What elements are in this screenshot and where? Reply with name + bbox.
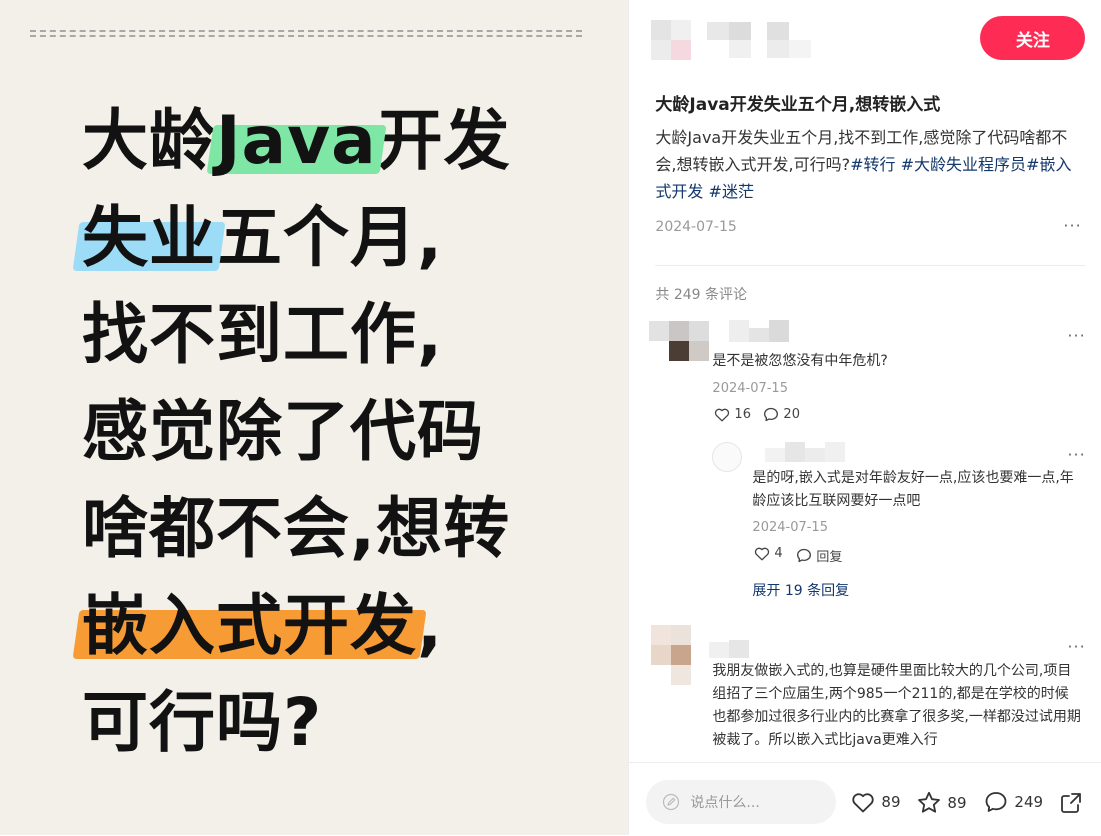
highlight-unemployed: 失业 — [82, 199, 216, 276]
heart-icon — [755, 547, 770, 561]
cover-line: 大龄Java开发 — [82, 92, 511, 189]
share-icon — [1061, 793, 1082, 813]
reply-date: 2024-07-15 — [752, 520, 828, 535]
comment-total-count: 249 — [1014, 793, 1044, 811]
cover-text-segment: 五个月, — [216, 199, 444, 276]
cover-line: 感觉除了代码 — [82, 383, 511, 480]
reply-avatar[interactable] — [712, 442, 743, 472]
comment-more-icon[interactable]: ··· — [1067, 637, 1085, 656]
comment-count: 共 249 条评论 — [655, 287, 748, 303]
commenter-name[interactable] — [729, 320, 799, 344]
highlight-java: Java — [216, 102, 377, 179]
tag-link[interactable]: #迷茫 — [709, 182, 754, 201]
tag-link[interactable]: #转行 — [850, 155, 895, 174]
comment-input-placeholder: 说点什么... — [690, 795, 760, 811]
pencil-icon — [663, 793, 680, 811]
share-button[interactable] — [1059, 791, 1083, 815]
post-title: 大龄Java开发失业五个月,想转嵌入式 — [655, 95, 941, 115]
decor-divider — [30, 35, 582, 37]
cover-line: 嵌入式开发, — [82, 577, 511, 674]
post-detail-panel: 关注 大龄Java开发失业五个月,想转嵌入式 大龄Java开发失业五个月,找不到… — [628, 0, 1101, 836]
heart-icon — [715, 408, 730, 422]
like-count: 89 — [881, 793, 901, 811]
cover-line: 可行吗? — [82, 674, 511, 771]
cover-line: 啥都不会,想转 — [82, 480, 511, 577]
comment-bubble-icon — [797, 548, 812, 563]
expand-replies-link[interactable]: 展开 19 条回复 — [752, 580, 849, 600]
commenter-avatar[interactable] — [651, 625, 692, 685]
comment-reply-button[interactable]: 20 — [763, 407, 800, 422]
cover-text-segment: 感觉除了代码 — [82, 393, 484, 470]
cover-text-segment: 找不到工作, — [82, 296, 444, 373]
cover-text-segment: 大龄 — [82, 102, 216, 179]
post-body: 大龄Java开发失业五个月,找不到工作,感觉除了代码啥都不会,想转嵌入式开发,可… — [655, 124, 1080, 205]
follow-button[interactable]: 关注 — [980, 16, 1086, 60]
highlight-embedded: 嵌入式开发 — [82, 587, 417, 664]
comment-bubble-icon — [764, 407, 779, 422]
cover-image: 大龄Java开发 失业五个月, 找不到工作, 感觉除了代码 啥都不会,想转 嵌入… — [0, 0, 629, 835]
bottom-action-bar: 说点什么... 89 89 249 — [629, 762, 1101, 836]
post-more-icon[interactable]: ··· — [1063, 216, 1081, 235]
comment-button[interactable]: 249 — [984, 791, 1043, 813]
post-date: 2024-07-15 — [655, 219, 737, 235]
divider — [655, 265, 1086, 266]
collect-count: 89 — [947, 793, 967, 812]
like-button[interactable]: 89 — [851, 791, 901, 813]
reply-reply-label: 回复 — [816, 550, 843, 565]
comment-input[interactable]: 说点什么... — [646, 780, 837, 824]
reply-text: 是的呀,嵌入式是对年龄友好一点,应该也要难一点,年龄应该比互联网要好一点吧 — [752, 470, 1074, 509]
author-avatar[interactable] — [651, 20, 692, 62]
cover-text-segment: 开发 — [376, 102, 511, 179]
commenter-avatar[interactable] — [649, 321, 710, 361]
comment-reply-count: 20 — [783, 407, 800, 422]
commenter-name[interactable] — [709, 640, 759, 660]
collect-button[interactable]: 89 — [917, 791, 967, 814]
cover-text: 大龄Java开发 失业五个月, 找不到工作, 感觉除了代码 啥都不会,想转 嵌入… — [82, 92, 511, 771]
comment-text: 是不是被忽悠没有中年危机? — [712, 353, 888, 369]
author-name[interactable] — [707, 22, 817, 60]
star-icon — [918, 791, 941, 813]
reply-like-count: 4 — [774, 546, 783, 561]
decor-divider — [30, 30, 582, 32]
cover-line: 失业五个月, — [82, 189, 511, 286]
comment-like-button[interactable]: 16 — [714, 407, 751, 422]
heart-icon — [852, 793, 875, 813]
comment-more-icon[interactable]: ··· — [1067, 326, 1085, 345]
tag-link[interactable]: #大龄失业程序员 — [901, 155, 1026, 174]
reply-author-name[interactable] — [765, 442, 855, 462]
comment-date: 2024-07-15 — [712, 381, 788, 396]
reply-reply-button[interactable]: 回复 — [796, 546, 842, 565]
reply-more-icon[interactable]: ··· — [1067, 445, 1085, 464]
comment-bubble-icon — [986, 792, 1007, 812]
cover-text-segment: 可行吗? — [82, 684, 323, 761]
cover-line: 找不到工作, — [82, 286, 511, 383]
cover-text-segment: 啥都不会,想转 — [82, 490, 511, 567]
reply-like-button[interactable]: 4 — [754, 546, 783, 561]
comment-like-count: 16 — [734, 407, 751, 422]
comment-text: 我朋友做嵌入式的,也算是硬件里面比较大的几个公司,项目组招了三个应届生,两个98… — [712, 663, 1081, 748]
